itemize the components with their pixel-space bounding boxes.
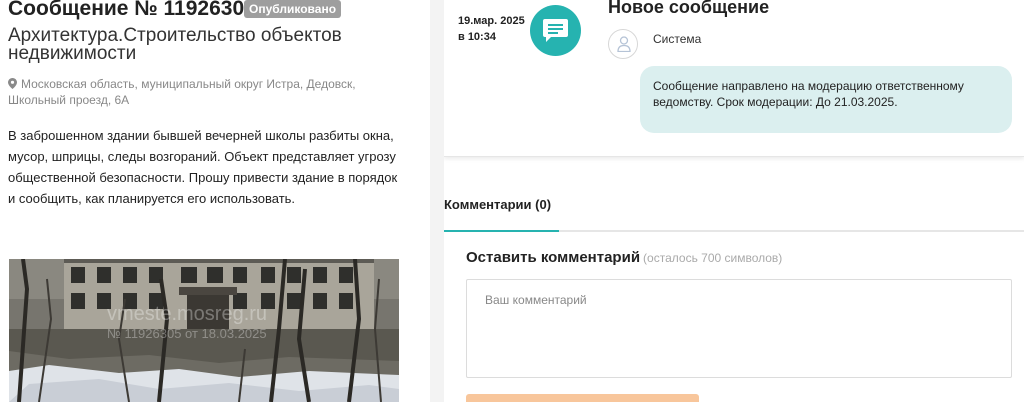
location-pin-icon [8, 78, 17, 89]
message-title: Сообщение № 11926305 [8, 0, 256, 20]
message-description: В заброшенном здании бывшей вечерней шко… [8, 128, 398, 206]
comment-input[interactable] [466, 279, 1012, 378]
user-avatar-icon [608, 29, 638, 59]
tab-comments-active-indicator [444, 230, 559, 232]
photo-watermark-id: № 11926305 от 18.03.2025 [107, 326, 267, 341]
timeline-message-bubble: Сообщение направлено на модерацию ответс… [640, 66, 1012, 133]
tab-comments[interactable]: Комментарии (0) [444, 197, 551, 212]
comment-form-title: Оставить комментарий (осталось 700 символ… [466, 249, 782, 266]
submit-comment-button[interactable] [466, 394, 699, 402]
comment-chars-remaining: (осталось 700 символов) [643, 251, 783, 265]
status-badge: Опубликовано [244, 0, 342, 18]
timeline-title: Новое сообщение [608, 0, 770, 17]
timeline-date: 19.мар. 2025 в 10:34 [458, 15, 525, 43]
column-divider [430, 0, 444, 402]
photo-watermark-site: vmeste.mosreg.ru [107, 303, 268, 325]
comment-form-heading: Оставить комментарий [466, 249, 641, 266]
message-address: Московская область, муниципальный округ … [8, 76, 398, 108]
message-photo[interactable]: vmeste.mosreg.ru № 11926305 от 18.03.202… [9, 259, 399, 402]
address-text: Московская область, муниципальный округ … [8, 77, 356, 107]
timeline-entry: 19.мар. 2025 в 10:34 Новое сообщение Сис… [444, 0, 1024, 157]
history-panel: 19.мар. 2025 в 10:34 Новое сообщение Сис… [444, 0, 1024, 402]
timeline-sender: Система [653, 32, 702, 46]
message-panel: Сообщение № 11926305 Опубликовано Архите… [0, 0, 430, 402]
message-category: Архитектура.Строительство объектов недви… [8, 25, 342, 64]
chat-bubble-icon [530, 5, 581, 56]
